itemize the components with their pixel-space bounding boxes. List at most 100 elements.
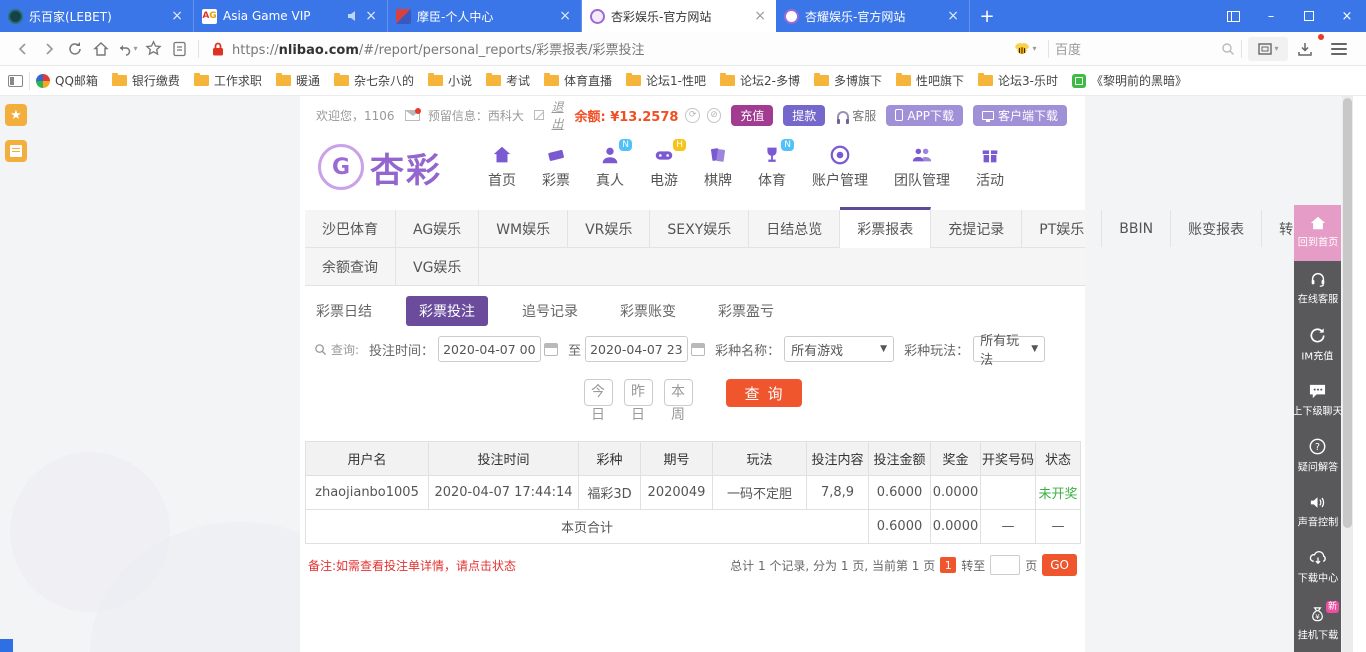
tab-vg[interactable]: VG娱乐: [396, 248, 479, 285]
downloads-icon[interactable]: [1288, 37, 1322, 61]
bookmark-folder[interactable]: 杂七杂八的: [334, 72, 414, 89]
screenshot-icon[interactable]: ▾: [1248, 37, 1288, 61]
nav-egames[interactable]: 电游 H: [650, 144, 678, 190]
bookmark-folder[interactable]: 论坛1-性吧: [626, 72, 706, 89]
refresh-balance-icon[interactable]: ⟳: [685, 108, 699, 123]
subtab-lottery-account-change[interactable]: 彩票账变: [612, 296, 684, 326]
page-scrollbar[interactable]: [1342, 96, 1353, 652]
tab-bbin[interactable]: BBIN: [1102, 210, 1171, 247]
side-online-service[interactable]: 在线客服: [1294, 261, 1341, 317]
browser-tab-3[interactable]: 摩臣-个人中心 ×: [388, 0, 582, 32]
cell-status-link[interactable]: 未开奖: [1036, 476, 1081, 510]
tab-pt[interactable]: PT娱乐: [1022, 210, 1102, 247]
address-bar[interactable]: https://nlibao.com/#/report/personal_rep…: [205, 39, 1008, 58]
nav-live-casino[interactable]: 真人 N: [596, 144, 624, 190]
side-faq[interactable]: ? 疑问解答: [1294, 429, 1341, 485]
tab-lottery-report-active[interactable]: 彩票报表: [840, 207, 931, 248]
side-download-center[interactable]: 下载中心: [1294, 540, 1341, 596]
current-page-button[interactable]: 1: [940, 557, 956, 573]
bookmark-folder[interactable]: 多博旗下: [814, 72, 882, 89]
tab-deposit-withdraw-records[interactable]: 充提记录: [931, 210, 1022, 247]
customer-service-link[interactable]: 客服: [837, 107, 876, 124]
tab-close-icon[interactable]: ×: [363, 8, 379, 24]
bookmark-folder[interactable]: 小说: [428, 72, 472, 89]
bookmark-folder[interactable]: 性吧旗下: [896, 72, 964, 89]
bookmark-folder[interactable]: 工作求职: [194, 72, 262, 89]
nav-home[interactable]: 首页: [488, 144, 516, 190]
tab-audio-icon[interactable]: [347, 10, 359, 22]
search-button[interactable]: 查询: [726, 379, 802, 407]
bet-time-from-input[interactable]: [438, 336, 541, 362]
search-icon[interactable]: [1221, 42, 1235, 56]
brand-logo[interactable]: G 杏彩: [318, 143, 442, 192]
forward-icon[interactable]: [36, 37, 62, 61]
tab-ag[interactable]: AG娱乐: [396, 210, 479, 247]
browser-tab-1[interactable]: 乐百家(LEBET) ×: [0, 0, 194, 32]
today-button[interactable]: 今日: [584, 379, 613, 406]
subtab-lottery-daily[interactable]: 彩票日结: [308, 296, 380, 326]
new-tab-button[interactable]: +: [970, 0, 1004, 32]
tab-close-icon[interactable]: ×: [752, 8, 768, 24]
lottery-name-select[interactable]: 所有游戏▼: [784, 336, 894, 362]
tab-balance-inquiry[interactable]: 余额查询: [305, 248, 396, 285]
bet-time-to-input[interactable]: [585, 336, 688, 362]
tab-daily-overview[interactable]: 日结总览: [749, 210, 840, 247]
bookmark-folder[interactable]: 银行缴费: [112, 72, 180, 89]
logout-link[interactable]: 退出: [552, 98, 575, 132]
nav-lottery[interactable]: 彩票: [542, 144, 570, 190]
nav-team-management[interactable]: 团队管理: [894, 144, 950, 190]
tab-close-icon[interactable]: ×: [557, 8, 573, 24]
bookmark-folder[interactable]: 暖通: [276, 72, 320, 89]
tab-sexy[interactable]: SEXY娱乐: [650, 210, 749, 247]
hide-balance-icon[interactable]: ⊘: [707, 108, 721, 123]
close-window-button[interactable]: ×: [1328, 0, 1366, 32]
calendar-icon[interactable]: [691, 343, 705, 356]
maximize-button[interactable]: [1290, 0, 1328, 32]
side-idle-download[interactable]: 新 ¥ 挂机下载: [1294, 596, 1341, 652]
home-icon[interactable]: [88, 37, 114, 61]
tab-layout-button[interactable]: [1214, 0, 1252, 32]
tab-close-icon[interactable]: ×: [945, 8, 961, 24]
nav-chess[interactable]: 棋牌: [704, 144, 732, 190]
browser-tab-5[interactable]: 杏耀娱乐-官方网站 ×: [776, 0, 970, 32]
edit-icon[interactable]: [534, 110, 544, 120]
bookmark-qq-mail[interactable]: QQ邮箱: [36, 72, 98, 89]
yesterday-button[interactable]: 昨日: [624, 379, 653, 406]
browser-tab-2[interactable]: AG Asia Game VIP ×: [194, 0, 388, 32]
favorites-gadget-icon[interactable]: ★: [5, 104, 27, 126]
side-back-to-home[interactable]: 回到首页: [1294, 205, 1341, 261]
tab-vr[interactable]: VR娱乐: [568, 210, 650, 247]
lottery-play-select[interactable]: 所有玩法▼: [973, 336, 1045, 362]
go-button[interactable]: GO: [1042, 554, 1077, 576]
nav-account-management[interactable]: 账户管理: [812, 144, 868, 190]
client-download-button[interactable]: 客户端下载: [973, 105, 1067, 126]
nav-sports[interactable]: 体育 N: [758, 144, 786, 190]
scrollbar-thumb[interactable]: [1343, 98, 1352, 528]
notes-gadget-icon[interactable]: [5, 140, 27, 162]
app-download-button[interactable]: APP下载: [886, 105, 963, 126]
reload-icon[interactable]: [62, 37, 88, 61]
minimize-button[interactable]: –: [1252, 0, 1290, 32]
this-week-button[interactable]: 本周: [664, 379, 693, 406]
search-engine-bee-icon[interactable]: ▾: [1008, 37, 1042, 61]
recharge-button[interactable]: 充值: [731, 105, 773, 126]
bookmark-folder[interactable]: 论坛2-多博: [720, 72, 800, 89]
side-sound-control[interactable]: 声音控制: [1294, 484, 1341, 540]
sidebar-toggle-icon[interactable]: [8, 75, 23, 87]
message-envelope-icon[interactable]: [405, 110, 420, 121]
calendar-icon[interactable]: [544, 343, 558, 356]
bookmark-folder[interactable]: 考试: [486, 72, 530, 89]
goto-page-input[interactable]: [990, 555, 1020, 575]
bookmark-reading-app[interactable]: 《黎明前的黑暗》: [1072, 72, 1187, 89]
side-im-recharge[interactable]: IM充值: [1294, 317, 1341, 373]
notes-icon[interactable]: [166, 37, 192, 61]
subtab-lottery-profit-loss[interactable]: 彩票盈亏: [710, 296, 782, 326]
subtab-lottery-bets-active[interactable]: 彩票投注: [406, 296, 488, 326]
tab-shaba-sports[interactable]: 沙巴体育: [305, 210, 396, 247]
favorite-star-icon[interactable]: [140, 37, 166, 61]
nav-promotions[interactable]: 活动: [976, 144, 1004, 190]
side-updown-chat[interactable]: 上下级聊天: [1294, 373, 1341, 429]
quick-search-box[interactable]: 百度: [1055, 39, 1235, 58]
undo-icon[interactable]: ▾: [114, 37, 140, 61]
withdraw-button[interactable]: 提款: [783, 105, 825, 126]
